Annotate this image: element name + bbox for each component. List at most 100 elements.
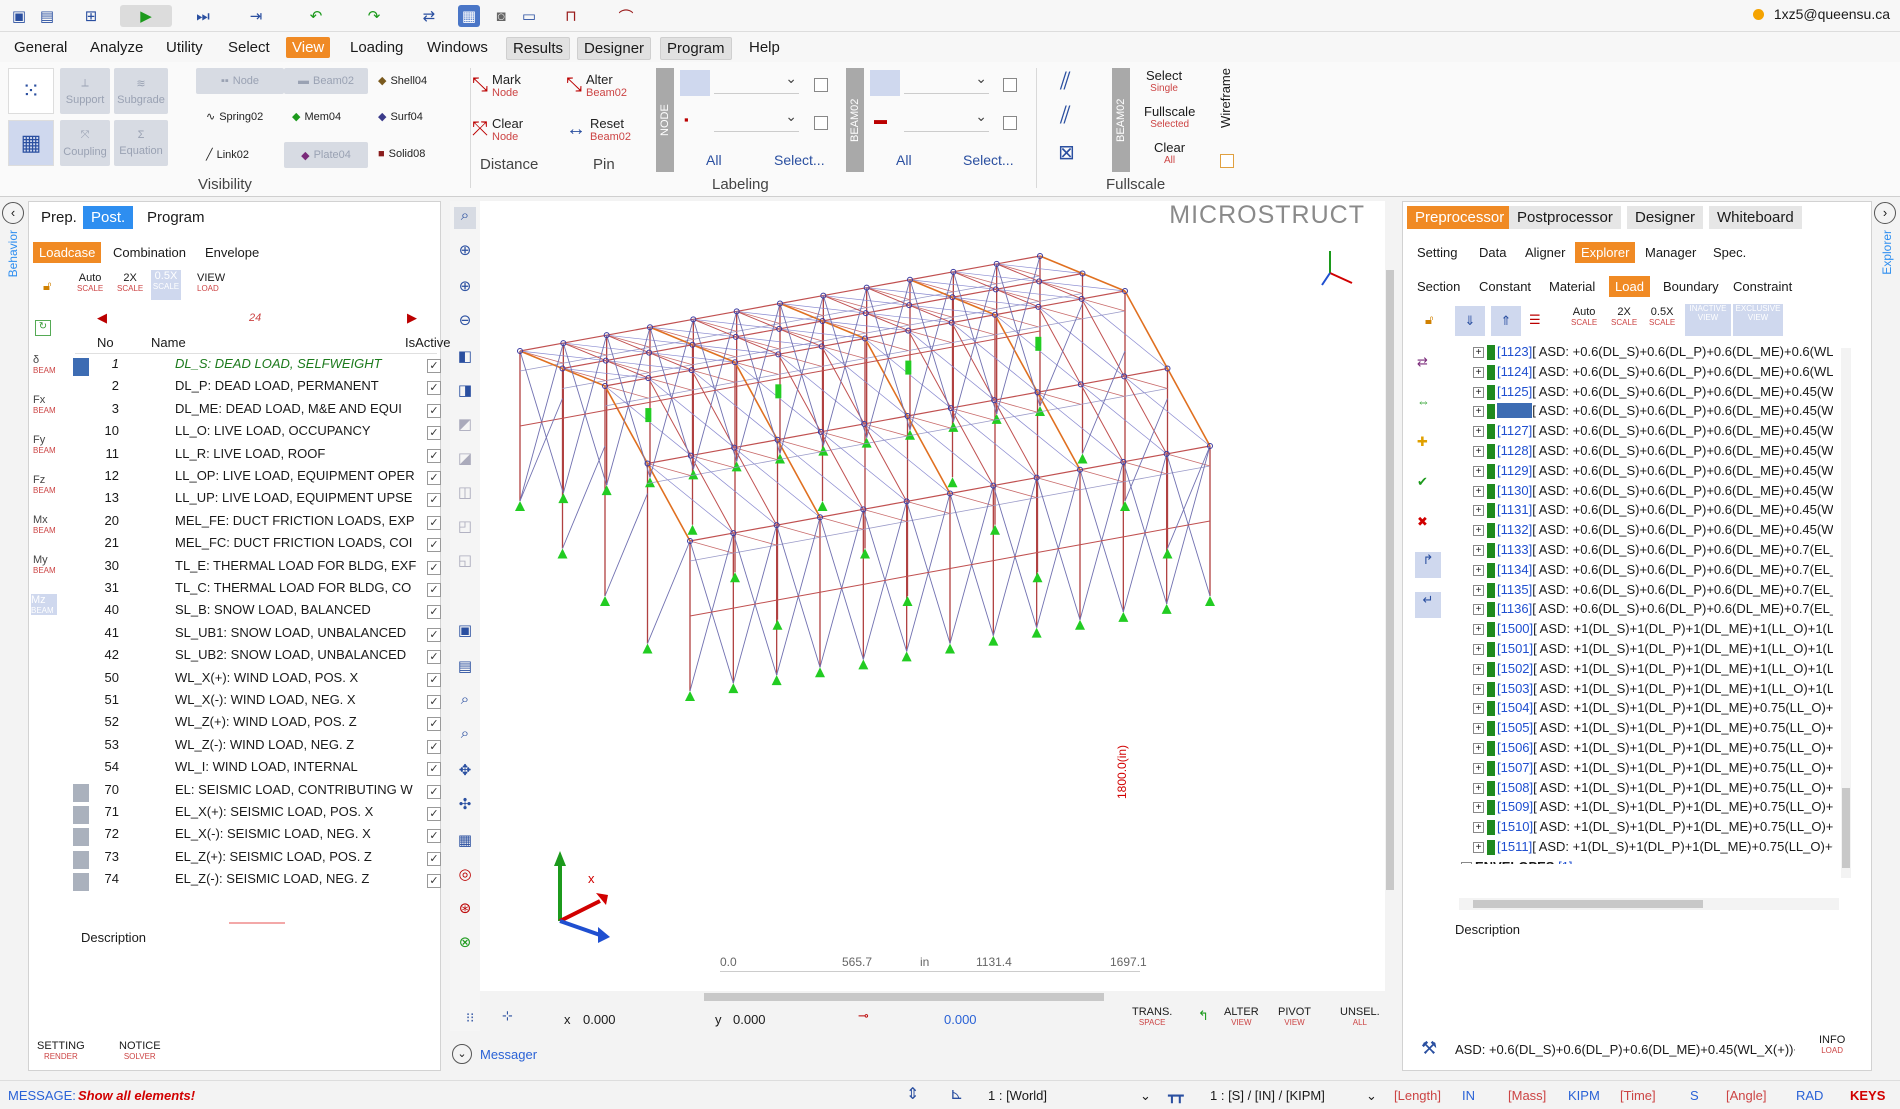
length-unit[interactable]: IN xyxy=(1462,1088,1475,1103)
mesh-grid-icon[interactable]: ▦ xyxy=(8,120,54,166)
tab-post[interactable]: Post. xyxy=(83,206,134,229)
node-grid-icon[interactable]: ⁙ xyxy=(8,68,54,114)
origin-icon[interactable]: ⊗ xyxy=(454,933,476,955)
tree-item[interactable]: + [1504][ ASD: +1(DL_S)+1(DL_P)+1(DL_ME)+… xyxy=(1473,700,1833,719)
mass-unit[interactable]: KIPM xyxy=(1568,1088,1600,1103)
view-save-icon[interactable]: ▣ xyxy=(454,621,476,643)
menu-select[interactable]: Select xyxy=(222,37,276,58)
pan-icon[interactable]: ✥ xyxy=(454,761,476,783)
zoom-in-icon[interactable]: ⊕ xyxy=(454,277,476,299)
expand-icon[interactable]: + xyxy=(1473,663,1484,675)
loadcase-row[interactable]: 51 WL_X(-): WIND LOAD, NEG. X ✓ xyxy=(75,692,465,714)
label-node-alt-icon[interactable]: ▪ xyxy=(684,112,689,127)
view-front-icon[interactable]: ◨ xyxy=(454,381,476,403)
isactive-checkbox[interactable]: ✓ xyxy=(427,829,441,844)
loadcase-row[interactable]: 30 TL_E: THERMAL LOAD FOR BLDG, EXF ✓ xyxy=(75,558,465,580)
expand-icon[interactable]: + xyxy=(1473,406,1484,418)
unlock-icon[interactable]: 🔓︎ xyxy=(1425,312,1433,328)
tab-preprocessor[interactable]: Preprocessor xyxy=(1407,206,1513,229)
structure-3d-model[interactable]: x xyxy=(480,201,1385,991)
tree-item[interactable]: + [1124][ ASD: +0.6(DL_S)+0.6(DL_P)+0.6(D… xyxy=(1473,364,1833,383)
loadcase-row[interactable]: 73 EL_Z(+): SEISMIC LOAD, POS. Z ✓ xyxy=(73,849,465,871)
expand-icon[interactable]: + xyxy=(1473,822,1484,834)
expand-icon[interactable]: + xyxy=(1473,426,1484,438)
subtab-spec[interactable]: Spec. xyxy=(1707,242,1752,263)
menu-loading[interactable]: Loading xyxy=(344,37,409,58)
menu-results[interactable]: Results xyxy=(506,37,571,60)
step-icon[interactable]: ⏭ xyxy=(192,5,214,27)
expand-icon[interactable]: + xyxy=(1473,446,1484,458)
loadcase-row[interactable]: 40 SL_B: SNOW LOAD, BALANCED ✓ xyxy=(75,602,465,624)
loadcase-row[interactable]: 42 SL_UB2: SNOW LOAD, UNBALANCED ✓ xyxy=(75,647,465,669)
tree-item[interactable]: + [1510][ ASD: +1(DL_S)+1(DL_P)+1(DL_ME)+… xyxy=(1473,819,1833,838)
expand-icon[interactable]: + xyxy=(1473,545,1484,557)
pivot-icon[interactable]: ◎ xyxy=(454,865,476,887)
measure-icon[interactable]: ⊓ xyxy=(560,5,582,27)
subtab-loadcase[interactable]: Loadcase xyxy=(33,242,102,263)
save-as-icon[interactable]: ▤ xyxy=(36,5,58,27)
node-label-checkbox-2[interactable] xyxy=(814,116,828,130)
fullscale-beam2-icon[interactable]: ⫽ xyxy=(1060,102,1071,130)
expand-icon[interactable]: + xyxy=(1473,525,1484,537)
tab-program[interactable]: Program xyxy=(139,206,213,229)
menu-help[interactable]: Help xyxy=(743,37,786,58)
view-load-button[interactable]: VIEW LOAD xyxy=(197,272,225,293)
fit-window-icon[interactable]: ▦ xyxy=(454,831,476,853)
subtab-envelope[interactable]: Envelope xyxy=(199,242,265,263)
splitter-handle[interactable] xyxy=(229,922,285,924)
visibility-support-button[interactable]: ⟂ Support xyxy=(60,68,110,114)
pivot-view-button[interactable]: PIVOT VIEW xyxy=(1278,1006,1311,1027)
tree-hscroll[interactable] xyxy=(1459,898,1839,910)
expand-icon[interactable]: + xyxy=(1473,842,1484,854)
tree-item[interactable]: + [1507][ ASD: +1(DL_S)+1(DL_P)+1(DL_ME)+… xyxy=(1473,760,1833,779)
zoom-extent-icon[interactable]: ⌕ xyxy=(454,725,476,747)
isactive-checkbox[interactable]: ✓ xyxy=(427,448,441,463)
subtab-load[interactable]: Load xyxy=(1609,276,1650,297)
model-icon[interactable]: ⊞ xyxy=(80,5,102,27)
0.5x-scale-button[interactable]: 0.5X SCALE xyxy=(151,270,181,300)
isactive-checkbox[interactable]: ✓ xyxy=(427,672,441,687)
expand-icon[interactable]: + xyxy=(1473,564,1484,576)
expand-icon[interactable]: + xyxy=(1473,802,1484,814)
subtab-material[interactable]: Material xyxy=(1543,276,1601,297)
loadcase-row[interactable]: 3 DL_ME: DEAD LOAD, M&E AND EQUI ✓ xyxy=(75,401,465,423)
side-item-fx[interactable]: Fx BEAM xyxy=(33,394,56,415)
visibility-shell04-button[interactable]: ◆ Shell04 xyxy=(378,74,427,88)
visibility-node-button[interactable]: ▪▪ Node xyxy=(196,68,284,94)
isactive-checkbox[interactable]: ✓ xyxy=(427,471,441,485)
inactive-view-button[interactable]: INACTIVE VIEW xyxy=(1685,304,1731,336)
visibility-solid08-button[interactable]: ■ Solid08 xyxy=(378,148,425,160)
expand-icon[interactable]: + xyxy=(1473,624,1484,636)
expand-icon[interactable]: + xyxy=(1473,465,1484,477)
subtab-combination[interactable]: Combination xyxy=(107,242,192,263)
menu-windows[interactable]: Windows xyxy=(421,37,494,58)
tree-item[interactable]: + [1505][ ASD: +1(DL_S)+1(DL_P)+1(DL_ME)+… xyxy=(1473,720,1833,739)
2x-scale-button[interactable]: 2X SCALE xyxy=(117,272,143,293)
beam-label-dropdown-1[interactable] xyxy=(904,70,989,94)
label-node-select[interactable]: Select... xyxy=(774,152,825,168)
fullscale-clear-button[interactable]: Clear All xyxy=(1154,140,1185,166)
subtab-boundary[interactable]: Boundary xyxy=(1657,276,1725,297)
coord-system-select[interactable]: 1 : [World] xyxy=(988,1088,1047,1103)
loadcase-row[interactable]: 71 EL_X(+): SEISMIC LOAD, POS. X ✓ xyxy=(73,804,465,826)
behavior-label[interactable]: Behavior xyxy=(6,230,20,277)
isactive-checkbox[interactable]: ✓ xyxy=(427,583,441,597)
beam-label-checkbox-1[interactable] xyxy=(1003,78,1017,92)
visibility-coupling-button[interactable]: ⤧ Coupling xyxy=(60,120,110,166)
fullscale-frame-icon[interactable]: ⊠ xyxy=(1058,140,1075,165)
isactive-checkbox[interactable]: ✓ xyxy=(427,515,441,530)
wireframe-checkbox[interactable] xyxy=(1220,154,1234,168)
notice-solver-button[interactable]: NOTICE SOLVER xyxy=(119,1040,161,1061)
exclusive-view-button[interactable]: EXCLUSIVE VIEW xyxy=(1733,304,1783,336)
view-bottom-icon[interactable]: ◱ xyxy=(454,551,476,573)
zoom-fit-icon[interactable]: ⌕ xyxy=(454,691,476,713)
tab-whiteboard[interactable]: Whiteboard xyxy=(1709,206,1802,229)
trans-space-button[interactable]: TRANS. SPACE xyxy=(1132,1006,1172,1027)
tree-item[interactable]: + [1509][ ASD: +1(DL_S)+1(DL_P)+1(DL_ME)+… xyxy=(1473,799,1833,818)
menu-general[interactable]: General xyxy=(8,37,73,58)
subtab-constraint[interactable]: Constraint xyxy=(1727,276,1798,297)
vertical-arrow-icon[interactable]: ⇕ xyxy=(906,1084,919,1104)
collapse-left-icon[interactable]: ‹ xyxy=(2,202,24,224)
side-item-mz[interactable]: Mz BEAM xyxy=(31,594,57,615)
isactive-checkbox[interactable]: ✓ xyxy=(427,762,441,777)
